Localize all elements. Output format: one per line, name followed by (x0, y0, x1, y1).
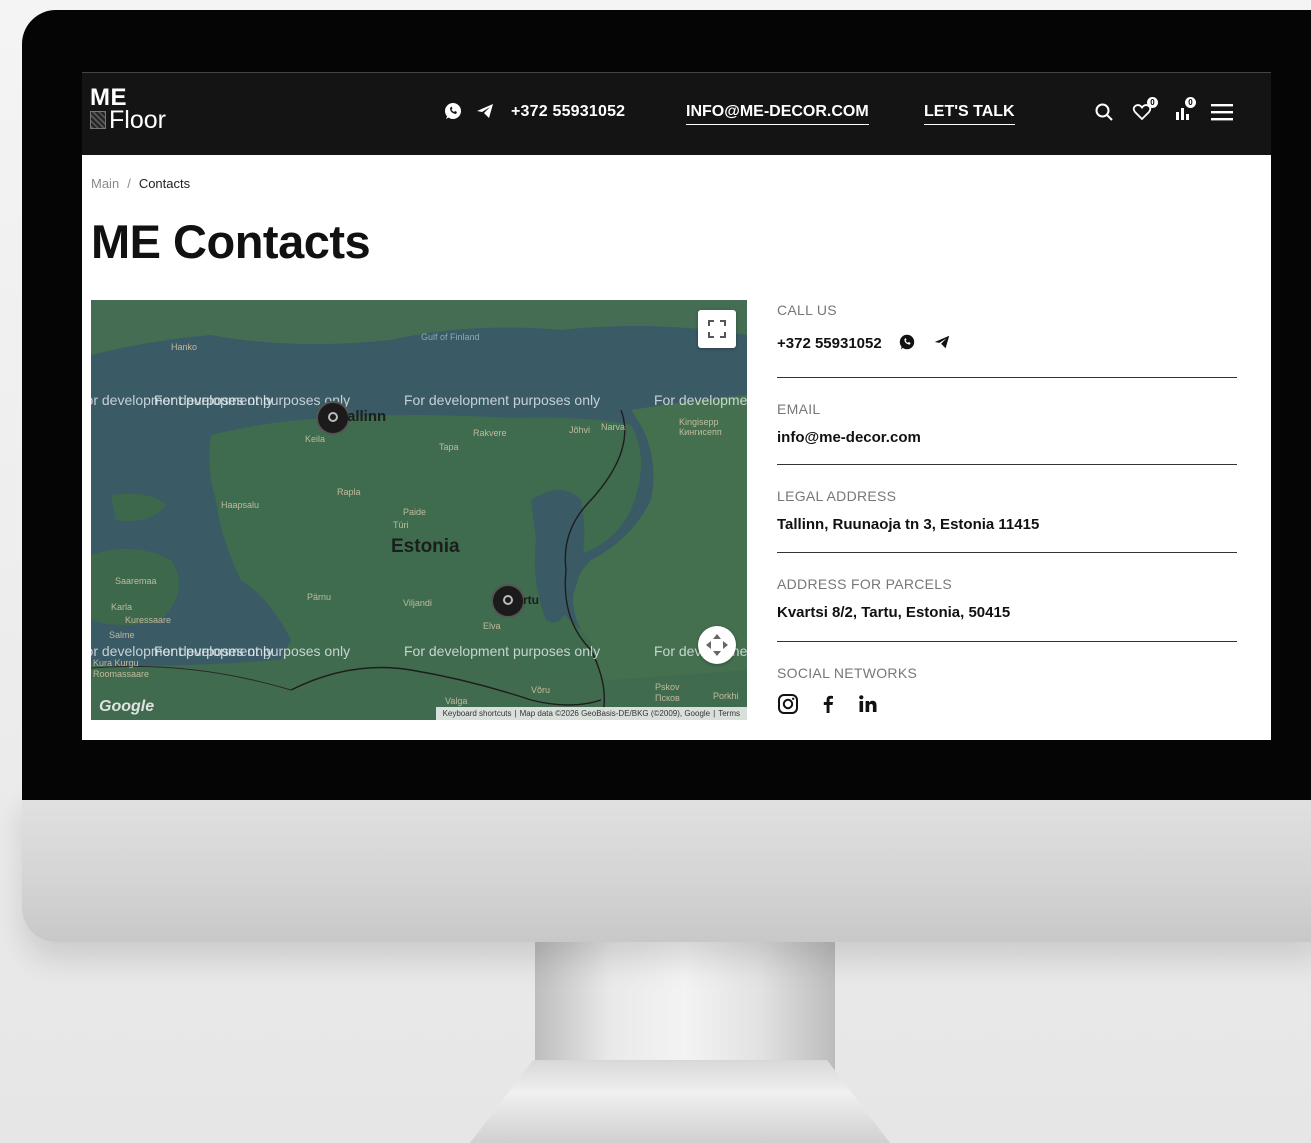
map-label-gulf: Gulf of Finland (421, 332, 480, 342)
map-label-pskov: Pskov (655, 682, 680, 692)
map-data-credit: Map data ©2026 GeoBasis-DE/BKG (©2009), … (519, 709, 711, 718)
linkedin-icon[interactable] (857, 693, 879, 715)
contact-info-panel: CALL US +372 55931052 EMAIL info@me-deco… (777, 300, 1237, 722)
map-dev-watermark: For development purposes only (654, 392, 747, 408)
map-embed[interactable]: Hanko Gulf of Finland Keila Rakvere Jõhv… (91, 300, 747, 720)
email-block: EMAIL info@me-decor.com (777, 378, 1237, 465)
map-label-porkhov: Porkhi (713, 691, 739, 701)
map-label-voru: Võru (531, 685, 551, 695)
search-icon[interactable] (1094, 102, 1114, 122)
site-header: ME Floor +372 55931052 INFO@ME-DECOR.COM… (82, 72, 1271, 155)
breadcrumb-current: Contacts (138, 176, 191, 191)
map-fullscreen-button[interactable] (698, 310, 736, 348)
map-pin-tartu-icon[interactable] (491, 584, 525, 618)
fullscreen-icon (708, 320, 726, 338)
map-label-turi: Türi (393, 520, 409, 530)
logo-mark-icon (90, 111, 106, 129)
map-label-roomassaare: Roomassaare (93, 669, 150, 679)
contact-email[interactable]: info@me-decor.com (777, 429, 1237, 446)
map-label-narva: Narva (601, 422, 626, 432)
social-networks-label: SOCIAL NETWORKS (777, 665, 918, 681)
map-label-salme: Salme (109, 630, 135, 640)
social-icons-row (777, 693, 1237, 715)
breadcrumb: Main / Contacts (91, 176, 190, 191)
map-label-viljandi: Viljandi (403, 598, 432, 608)
parcels-address-value: Kvartsi 8/2, Tartu, Estonia, 50415 (777, 604, 1011, 621)
map-label-hanko: Hanko (171, 342, 198, 352)
browser-screen: ME Floor +372 55931052 INFO@ME-DECOR.COM… (82, 72, 1271, 740)
map-label-keila: Keila (305, 434, 326, 444)
map-label-paide: Paide (403, 507, 427, 517)
map-pin-tallinn-icon[interactable] (316, 401, 350, 435)
whatsapp-icon[interactable] (443, 101, 463, 121)
camera-move-icon (706, 634, 728, 656)
breadcrumb-home-link[interactable]: Main (91, 176, 119, 191)
map-label-parnu: Pärnu (307, 592, 332, 602)
logo-line-2: Floor (109, 106, 166, 134)
telegram-icon[interactable] (475, 101, 495, 121)
map-dev-watermark: For development purposes only (404, 643, 601, 659)
parcels-address-block: ADDRESS FOR PARCELS Kvartsi 8/2, Tartu, … (777, 553, 1237, 642)
contact-phone[interactable]: +372 55931052 (777, 335, 882, 352)
monitor-chin (22, 790, 1311, 942)
map-label-kingisepp-ru: Кингисепп (679, 427, 722, 437)
monitor-stand-base (470, 1060, 890, 1143)
map-keyboard-shortcuts-link[interactable]: Keyboard shortcuts (440, 709, 515, 718)
map-label-tapa: Tapa (439, 442, 459, 452)
map-label-kingisepp: Kingisepp (679, 417, 719, 427)
map-label-kuressaare: Kuressaare (125, 615, 172, 625)
map-dev-watermark: For development purposes only (404, 392, 601, 408)
social-networks-block: SOCIAL NETWORKS (777, 642, 1237, 722)
map-label-rapla: Rapla (337, 487, 361, 497)
instagram-icon[interactable] (777, 693, 799, 715)
page-title: ME Contacts (91, 215, 371, 268)
favorites-count-badge: 0 (1147, 97, 1158, 108)
site-logo[interactable]: ME Floor (90, 86, 166, 134)
map-terms-link[interactable]: Terms (715, 709, 743, 718)
header-phone[interactable]: +372 55931052 (511, 103, 625, 121)
call-us-block: CALL US +372 55931052 (777, 300, 1237, 378)
map-dev-watermark: For development purposes only (154, 643, 351, 659)
menu-hamburger-icon[interactable] (1210, 101, 1234, 123)
map-label-pskov-ru: Псков (655, 693, 680, 703)
map-label-tallinn: allinn (347, 408, 387, 425)
legal-address-label: LEGAL ADDRESS (777, 488, 897, 504)
header-lets-talk-link[interactable]: LET'S TALK (924, 103, 1015, 125)
map-label-johvi: Jõhvi (569, 425, 591, 435)
header-email-link[interactable]: INFO@ME-DECOR.COM (686, 103, 869, 125)
map-label-elva: Elva (483, 621, 501, 631)
map-camera-control-button[interactable] (698, 626, 736, 664)
map-attribution: Keyboard shortcuts | Map data ©2026 GeoBas… (435, 707, 747, 720)
map-label-valga: Valga (445, 696, 468, 706)
call-us-label: CALL US (777, 302, 837, 318)
legal-address-block: LEGAL ADDRESS Tallinn, Ruunaoja tn 3, Es… (777, 465, 1237, 553)
parcels-address-label: ADDRESS FOR PARCELS (777, 576, 953, 592)
legal-address-value: Tallinn, Ruunaoja tn 3, Estonia 11415 (777, 516, 1040, 533)
map-label-rakvere: Rakvere (473, 428, 507, 438)
cart-count-badge: 0 (1185, 97, 1196, 108)
map-label-kura: Kura Kurgu (93, 658, 139, 668)
map-label-karla: Karla (111, 602, 133, 612)
map-label-haapsalu: Haapsalu (221, 500, 260, 510)
facebook-icon[interactable] (817, 693, 839, 715)
telegram-icon[interactable] (933, 333, 951, 351)
map-country-label: Estonia (391, 536, 460, 557)
map-label-saaremaa: Saaremaa (115, 576, 157, 586)
google-logo: Google (99, 698, 155, 715)
map-label-tartu: rtu (523, 593, 539, 607)
breadcrumb-separator: / (127, 176, 131, 191)
email-label: EMAIL (777, 401, 821, 417)
whatsapp-icon[interactable] (898, 333, 916, 351)
